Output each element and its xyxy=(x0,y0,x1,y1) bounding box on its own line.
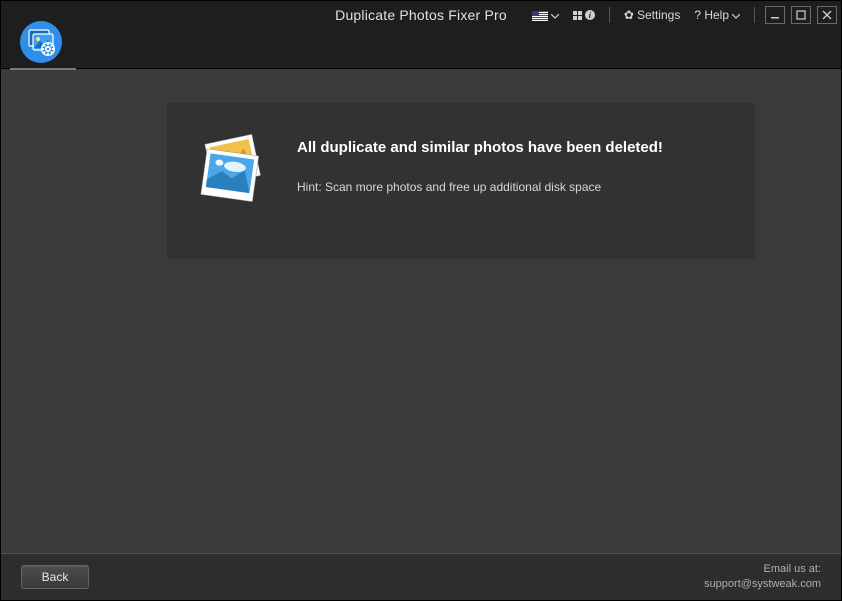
result-heading: All duplicate and similar photos have be… xyxy=(297,139,663,156)
minimize-button[interactable] xyxy=(765,6,785,24)
apps-menu[interactable]: i xyxy=(569,8,599,22)
photos-illustration-icon xyxy=(193,131,273,211)
language-selector[interactable] xyxy=(528,6,563,24)
app-title: Duplicate Photos Fixer Pro xyxy=(335,7,507,23)
titlebar-right-group: i ✿ Settings ? Help xyxy=(528,1,837,29)
help-label: ? Help xyxy=(694,8,729,22)
result-panel: All duplicate and similar photos have be… xyxy=(167,103,755,259)
result-texts: All duplicate and similar photos have be… xyxy=(297,125,663,194)
email-address[interactable]: support@systweak.com xyxy=(704,577,821,592)
settings-menu[interactable]: ✿ Settings xyxy=(620,6,684,24)
gear-icon: ✿ xyxy=(624,8,634,22)
chevron-down-icon xyxy=(551,8,559,22)
close-button[interactable] xyxy=(817,6,837,24)
help-menu[interactable]: ? Help xyxy=(690,6,744,24)
app-header xyxy=(1,29,841,69)
maximize-button[interactable] xyxy=(791,6,811,24)
settings-label: Settings xyxy=(637,8,680,22)
titlebar: Duplicate Photos Fixer Pro xyxy=(1,1,841,29)
separator xyxy=(754,7,755,23)
email-label: Email us at: xyxy=(704,562,821,577)
support-info: Email us at: support@systweak.com xyxy=(704,562,821,592)
back-button-label: Back xyxy=(42,570,69,584)
chevron-down-icon xyxy=(732,8,740,22)
result-hint: Hint: Scan more photos and free up addit… xyxy=(297,180,663,194)
main-content: All duplicate and similar photos have be… xyxy=(1,69,841,553)
apps-icon xyxy=(573,11,582,20)
separator xyxy=(609,7,610,23)
info-icon: i xyxy=(585,10,595,20)
back-button[interactable]: Back xyxy=(21,565,89,589)
flag-icon xyxy=(532,10,548,20)
bottom-bar: Back Email us at: support@systweak.com xyxy=(1,553,841,600)
app-logo-icon[interactable] xyxy=(19,20,63,64)
